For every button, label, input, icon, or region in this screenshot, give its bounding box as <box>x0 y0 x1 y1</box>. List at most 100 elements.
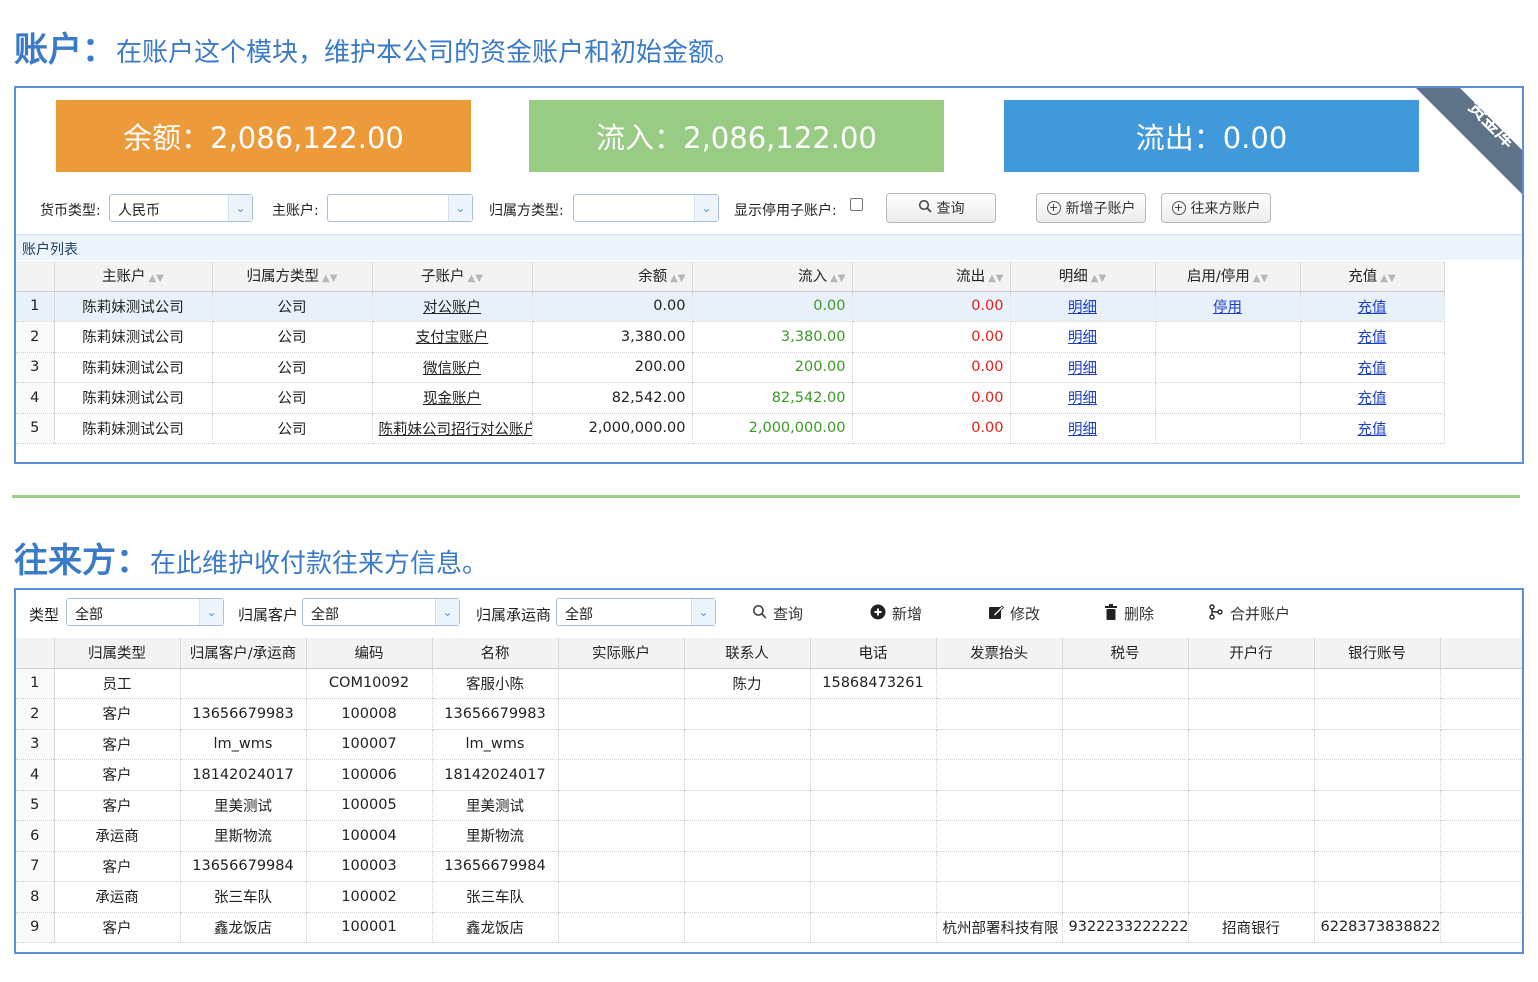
customer-select[interactable]: 全部 ⌄ <box>302 598 460 626</box>
owner-cell: 13656679984 <box>180 851 307 882</box>
code-cell: 100005 <box>306 790 433 821</box>
column-header[interactable]: 余额 ▲▼ <box>532 261 693 292</box>
column-header[interactable]: 明细 ▲▼ <box>1010 261 1156 292</box>
column-header[interactable]: 充值 ▲▼ <box>1300 261 1445 292</box>
recharge-link[interactable]: 充值 <box>1358 422 1387 438</box>
tax-number-cell <box>1062 759 1189 791</box>
recharge-link[interactable]: 充值 <box>1358 361 1387 377</box>
add-circle-icon: + <box>1171 201 1186 215</box>
table-row[interactable]: 3 客户 lm_wms 100007 lm_wms <box>16 729 1522 760</box>
recharge-link[interactable]: 充值 <box>1358 330 1387 346</box>
invoice-title-cell <box>936 668 1063 699</box>
main-account-cell: 陈莉妹测试公司 <box>54 382 213 414</box>
column-header[interactable]: 归属客户/承运商 <box>180 638 307 669</box>
row-number: 5 <box>16 790 55 821</box>
column-header[interactable]: 实际账户 <box>558 638 685 669</box>
owner-type-select[interactable]: ⌄ <box>573 194 719 222</box>
sort-icon: ▲▼ <box>322 273 338 285</box>
sort-icon: ▲▼ <box>1252 273 1269 285</box>
column-header[interactable]: 归属类型 <box>54 638 181 669</box>
column-header[interactable]: 名称 <box>432 638 559 669</box>
section-divider <box>12 495 1520 498</box>
partner-delete-button[interactable]: 删除 <box>1104 603 1154 624</box>
table-row[interactable]: 5 陈莉妹测试公司 公司 陈莉妹公司招行对公账户 2,000,000.00 2,000,0… <box>16 413 1445 444</box>
bank-cell <box>1188 759 1315 791</box>
actual-account-cell <box>558 729 685 760</box>
column-header[interactable]: 流出 ▲▼ <box>852 261 1011 292</box>
bank-cell <box>1188 851 1315 882</box>
row-number: 3 <box>16 729 55 760</box>
column-header[interactable]: 启用/停用 ▲▼ <box>1155 261 1301 292</box>
column-header[interactable]: 流入 ▲▼ <box>692 261 853 292</box>
table-row[interactable]: 4 陈莉妹测试公司 公司 现金账户 82,542.00 82,542.00 0.00 明细 充值 <box>16 382 1445 414</box>
recharge-link[interactable]: 充值 <box>1358 300 1387 316</box>
code-cell: 100006 <box>306 759 433 791</box>
column-header[interactable]: 联系人 <box>684 638 811 669</box>
main-account-select[interactable]: ⌄ <box>327 194 473 222</box>
detail-link[interactable]: 明细 <box>1068 422 1097 438</box>
bank-cell: 招商银行 <box>1188 912 1315 943</box>
chevron-down-icon: ⌄ <box>199 599 223 625</box>
partner-edit-button[interactable]: 修改 <box>988 603 1040 624</box>
province-cell <box>1440 790 1522 821</box>
balance-cell: 2,000,000.00 <box>532 413 693 444</box>
search-icon <box>918 199 932 217</box>
table-row[interactable]: 1 员工 COM10092 客服小陈 陈力 15868473261 <box>16 668 1522 699</box>
table-row[interactable]: 4 客户 18142024017 100006 18142024017 <box>16 759 1522 791</box>
column-header[interactable]: 归属方类型 ▲▼ <box>212 261 373 292</box>
table-row[interactable]: 3 陈莉妹测试公司 公司 微信账户 200.00 200.00 0.00 明细 充值 <box>16 352 1445 383</box>
add-sub-account-button[interactable]: + 新增子账户 <box>1036 193 1146 223</box>
detail-link[interactable]: 明细 <box>1068 361 1097 377</box>
table-row[interactable]: 6 承运商 里斯物流 100004 里斯物流 <box>16 820 1522 852</box>
table-row[interactable]: 1 陈莉妹测试公司 公司 对公账户 0.00 0.00 0.00 明细 停用 充值 <box>16 291 1445 322</box>
column-header[interactable]: 银行账号 <box>1314 638 1441 669</box>
toggle-link[interactable]: 停用 <box>1213 300 1242 316</box>
sub-account-link[interactable]: 现金账户 <box>423 391 481 407</box>
sub-account-link[interactable]: 陈莉妹公司招行对公账户 <box>379 422 532 438</box>
name-cell: 18142024017 <box>432 759 559 791</box>
sub-account-link[interactable]: 对公账户 <box>423 300 481 316</box>
carrier-select[interactable]: 全部 ⌄ <box>556 598 716 626</box>
main-account-cell: 陈莉妹测试公司 <box>54 352 213 383</box>
type-label: 类型 <box>29 606 60 624</box>
table-row[interactable]: 2 客户 13656679983 100008 13656679983 <box>16 698 1522 730</box>
column-header[interactable]: 子账户 ▲▼ <box>372 261 533 292</box>
actual-account-cell <box>558 820 685 852</box>
query-button[interactable]: 查询 <box>886 193 996 223</box>
merge-account-button[interactable]: 合并账户 <box>1208 603 1290 624</box>
balance-cell: 200.00 <box>532 352 693 383</box>
table-row[interactable]: 5 客户 里美测试 100005 里美测试 <box>16 790 1522 821</box>
column-header[interactable]: 开户行 <box>1188 638 1315 669</box>
table-row[interactable]: 7 客户 13656679984 100003 13656679984 <box>16 851 1522 882</box>
column-header[interactable]: 省 <box>1440 638 1522 669</box>
partner-heading-title: 往来方： <box>14 541 150 581</box>
partner-query-button[interactable]: 查询 <box>752 603 803 624</box>
owner-cell: 13656679983 <box>180 698 307 730</box>
chevron-down-icon: ⌄ <box>694 195 718 221</box>
sub-account-link[interactable]: 支付宝账户 <box>416 330 489 346</box>
column-header[interactable]: 电话 <box>810 638 937 669</box>
show-disabled-checkbox[interactable] <box>850 198 863 211</box>
table-row[interactable]: 9 客户 鑫龙饭店 100001 鑫龙饭店 杭州部署科技有限 9322233222222 招商… <box>16 912 1522 943</box>
type-select[interactable]: 全部 ⌄ <box>66 598 224 626</box>
recharge-link[interactable]: 充值 <box>1358 391 1387 407</box>
detail-link[interactable]: 明细 <box>1068 300 1097 316</box>
table-row[interactable]: 2 陈莉妹测试公司 公司 支付宝账户 3,380.00 3,380.00 0.00 明细 充值 <box>16 321 1445 353</box>
partner-add-label: 新增 <box>892 605 923 623</box>
detail-link[interactable]: 明细 <box>1068 330 1097 346</box>
detail-link[interactable]: 明细 <box>1068 391 1097 407</box>
partner-add-button[interactable]: 新增 <box>870 603 922 624</box>
customer-label: 归属客户 <box>238 606 299 624</box>
partner-account-button[interactable]: + 往来方账户 <box>1161 193 1271 223</box>
partner-table: 归属类型 归属客户/承运商 编码 名称 实际账户 联系人 电话 发票抬头 税号 … <box>16 638 1522 943</box>
column-header[interactable]: 发票抬头 <box>936 638 1063 669</box>
currency-select[interactable]: 人民币 ⌄ <box>109 194 253 222</box>
owner-type-cell: 公司 <box>212 413 373 444</box>
column-header[interactable]: 编码 <box>306 638 433 669</box>
column-header[interactable]: 税号 <box>1062 638 1189 669</box>
invoice-title-cell <box>936 790 1063 821</box>
column-header[interactable]: 主账户 ▲▼ <box>54 261 213 292</box>
sub-account-link[interactable]: 微信账户 <box>423 361 481 377</box>
tax-number-cell <box>1062 729 1189 760</box>
table-row[interactable]: 8 承运商 张三车队 100002 张三车队 <box>16 881 1522 913</box>
